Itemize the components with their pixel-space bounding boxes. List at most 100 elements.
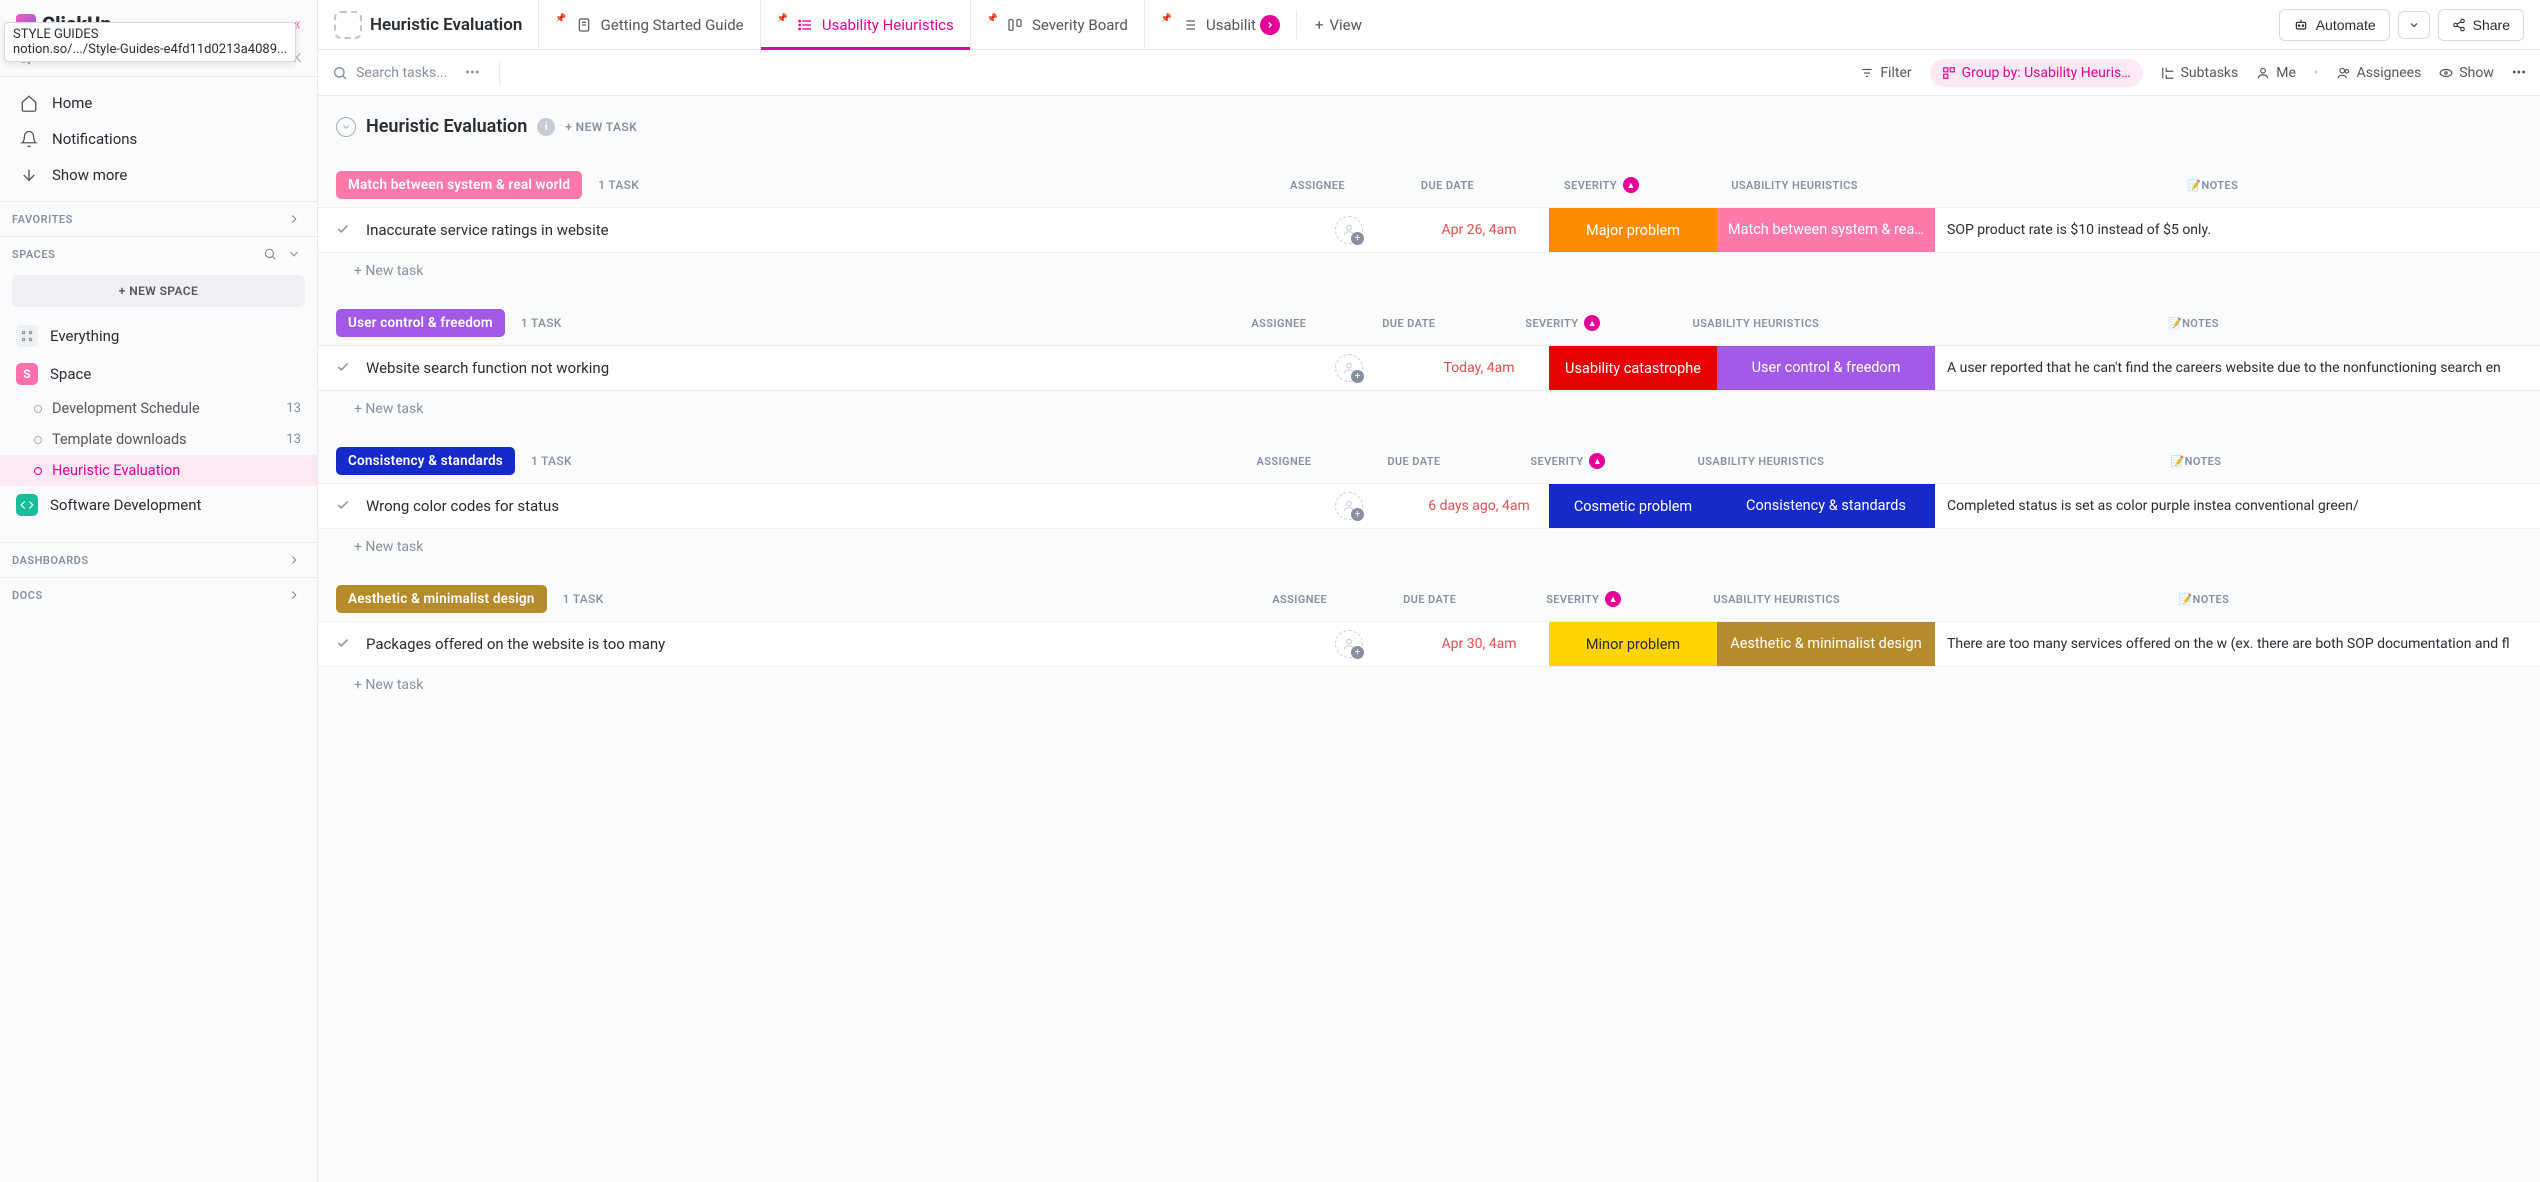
add-assignee-icon[interactable] [1335,216,1363,244]
section-dashboards[interactable]: DASHBOARDS [0,543,317,577]
add-assignee-icon[interactable] [1335,354,1363,382]
group-pill[interactable]: Consistency & standards [336,447,515,475]
notes-cell[interactable]: A user reported that he can't find the c… [1935,346,2540,390]
heuristic-cell[interactable]: Match between system & rea… [1717,208,1935,252]
me-label: Me [2276,65,2296,81]
assignee-cell[interactable] [1289,484,1409,528]
heuristic-cell[interactable]: Aesthetic & minimalist design [1717,622,1935,666]
task-title: Packages offered on the website is too m… [366,635,665,653]
page-title-tab[interactable]: Heuristic Evaluation [318,0,539,49]
assignees-button[interactable]: Assignees [2337,65,2422,81]
next-tab-button[interactable] [1260,15,1280,35]
tab-usability-truncated[interactable]: 📌 Usabilit [1145,0,1296,49]
me-button[interactable]: Me [2256,65,2296,81]
code-icon [16,494,38,516]
add-view-label: View [1329,16,1361,34]
share-button[interactable]: Share [2438,9,2524,41]
add-view-button[interactable]: + View [1297,16,1380,34]
col-severity[interactable]: SEVERITY▲ [1484,453,1652,469]
check-icon[interactable] [336,222,352,238]
task-row[interactable]: Packages offered on the website is too m… [318,621,2540,667]
space-software-dev[interactable]: Software Development [0,486,317,524]
task-row[interactable]: Wrong color codes for status 6 days ago,… [318,483,2540,529]
notes-cell[interactable]: SOP product rate is $10 instead of $5 on… [1935,208,2540,252]
tab-severity-board[interactable]: 📌 Severity Board [971,0,1145,49]
show-button[interactable]: Show [2439,65,2494,81]
task-search[interactable]: Search tasks... [332,65,447,81]
check-icon[interactable] [336,360,352,376]
nav-notifications[interactable]: Notifications [0,121,317,157]
new-space-button[interactable]: + NEW SPACE [12,275,305,307]
notes-cell[interactable]: There are too many services offered on t… [1935,622,2540,666]
check-icon[interactable] [336,636,352,652]
space-everything[interactable]: Everything [0,317,317,355]
new-task-row[interactable]: + New task [318,253,2540,289]
task-search-placeholder: Search tasks... [356,65,447,81]
heuristic-cell[interactable]: User control & freedom [1717,346,1935,390]
col-severity[interactable]: SEVERITY▲ [1518,177,1686,193]
task-title: Inaccurate service ratings in website [366,221,609,239]
col-notes: 📝NOTES [1904,179,2522,192]
severity-cell[interactable]: Usability catastrophe [1549,346,1717,390]
nav-home[interactable]: Home [0,85,317,121]
section-favorites[interactable]: FAVORITES [0,202,317,236]
subtasks-icon [2161,66,2175,80]
collapse-all-icon[interactable] [336,117,356,137]
filter-icon [1860,66,1874,80]
task-name-cell: Wrong color codes for status [318,487,708,525]
assignee-cell[interactable] [1289,346,1409,390]
assignee-cell[interactable] [1289,208,1409,252]
due-date-cell[interactable]: Today, 4am [1409,346,1549,390]
severity-cell[interactable]: Cosmetic problem [1549,484,1717,528]
task-group: Match between system & real world 1 TASK… [318,171,2540,289]
section-spaces[interactable]: SPACES [0,237,317,271]
check-icon[interactable] [336,498,352,514]
tab-getting-started[interactable]: 📌 Getting Started Guide [539,0,760,49]
new-task-row[interactable]: + New task [318,529,2540,565]
col-severity[interactable]: SEVERITY▲ [1479,315,1647,331]
add-assignee-icon[interactable] [1335,492,1363,520]
col-due-date: DUE DATE [1339,317,1479,330]
col-due-date: DUE DATE [1344,455,1484,468]
add-assignee-icon[interactable] [1335,630,1363,658]
task-row[interactable]: Website search function not working Toda… [318,345,2540,391]
col-severity[interactable]: SEVERITY▲ [1500,591,1668,607]
severity-cell[interactable]: Major problem [1549,208,1717,252]
nav-show-more[interactable]: Show more [0,157,317,193]
tab-label: Severity Board [1032,16,1128,34]
filter-button[interactable]: Filter [1860,65,1911,81]
search-spaces-icon[interactable] [263,247,277,261]
due-date-cell[interactable]: 6 days ago, 4am [1409,484,1549,528]
group-pill[interactable]: User control & freedom [336,309,505,337]
sidebar-list-dev-schedule[interactable]: Development Schedule 13 [0,393,317,424]
toolbar-more-icon[interactable]: ••• [2512,65,2526,81]
new-task-row[interactable]: + New task [318,667,2540,703]
automate-button[interactable]: Automate [2279,9,2390,41]
group-pill[interactable]: Match between system & real world [336,171,582,199]
task-row[interactable]: Inaccurate service ratings in website Ap… [318,207,2540,253]
task-name-cell: Inaccurate service ratings in website [318,211,708,249]
notes-cell[interactable]: Completed status is set as color purple … [1935,484,2540,528]
due-date-cell[interactable]: Apr 30, 4am [1409,622,1549,666]
group-pill[interactable]: Aesthetic & minimalist design [336,585,547,613]
sidebar-list-heuristic-evaluation[interactable]: Heuristic Evaluation [0,455,317,486]
task-group: Aesthetic & minimalist design 1 TASK ASS… [318,585,2540,703]
new-task-header-button[interactable]: + NEW TASK [565,120,637,134]
col-notes: 📝NOTES [1886,593,2522,606]
tab-usability-heuristics[interactable]: 📌 Usability Heiuristics [761,0,971,49]
automate-dropdown[interactable] [2398,11,2430,39]
chevron-down-icon[interactable] [287,247,301,261]
section-docs[interactable]: DOCS [0,578,317,612]
group-by-pill[interactable]: Group by: Usability Heuris… [1930,59,2143,87]
sidebar-list-template-downloads[interactable]: Template downloads 13 [0,424,317,455]
due-date-cell[interactable]: Apr 26, 4am [1409,208,1549,252]
subtasks-button[interactable]: Subtasks [2161,65,2239,81]
info-icon[interactable]: i [537,118,555,136]
new-task-row[interactable]: + New task [318,391,2540,427]
search-icon [332,65,348,81]
more-icon[interactable]: ••• [465,65,479,81]
severity-cell[interactable]: Minor problem [1549,622,1717,666]
assignee-cell[interactable] [1289,622,1409,666]
space-root[interactable]: S Space [0,355,317,393]
heuristic-cell[interactable]: Consistency & standards [1717,484,1935,528]
